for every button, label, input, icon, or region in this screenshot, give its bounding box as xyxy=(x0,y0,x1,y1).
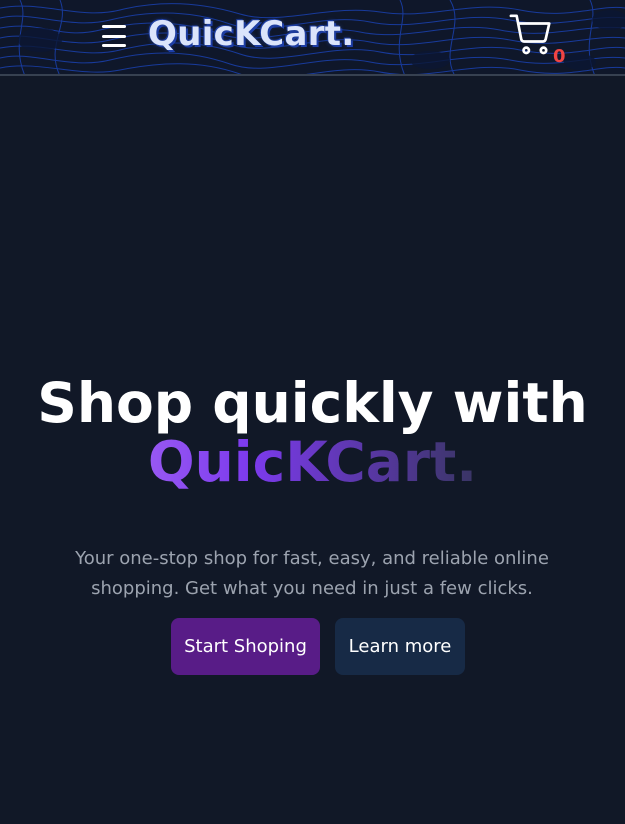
hero-brand-text: QuicKCart. xyxy=(0,434,625,490)
menu-line xyxy=(102,25,126,28)
start-shopping-button[interactable]: Start Shoping xyxy=(171,618,320,675)
cart-button[interactable]: 0 xyxy=(509,12,567,68)
menu-line xyxy=(102,34,126,38)
menu-line xyxy=(102,44,126,47)
shopping-cart-icon xyxy=(509,14,551,55)
hero-title: Shop quickly with xyxy=(37,371,588,435)
navbar: QuicKCart. 0 xyxy=(0,0,625,76)
hamburger-menu-icon[interactable] xyxy=(100,22,128,50)
hero-heading: Shop quickly with QuicKCart. xyxy=(0,372,625,490)
cart-count-badge: 0 xyxy=(553,46,566,67)
learn-more-button[interactable]: Learn more xyxy=(335,618,465,675)
brand-logo[interactable]: QuicKCart. xyxy=(148,14,355,54)
hero-description: Your one-stop shop for fast, easy, and r… xyxy=(75,548,549,599)
